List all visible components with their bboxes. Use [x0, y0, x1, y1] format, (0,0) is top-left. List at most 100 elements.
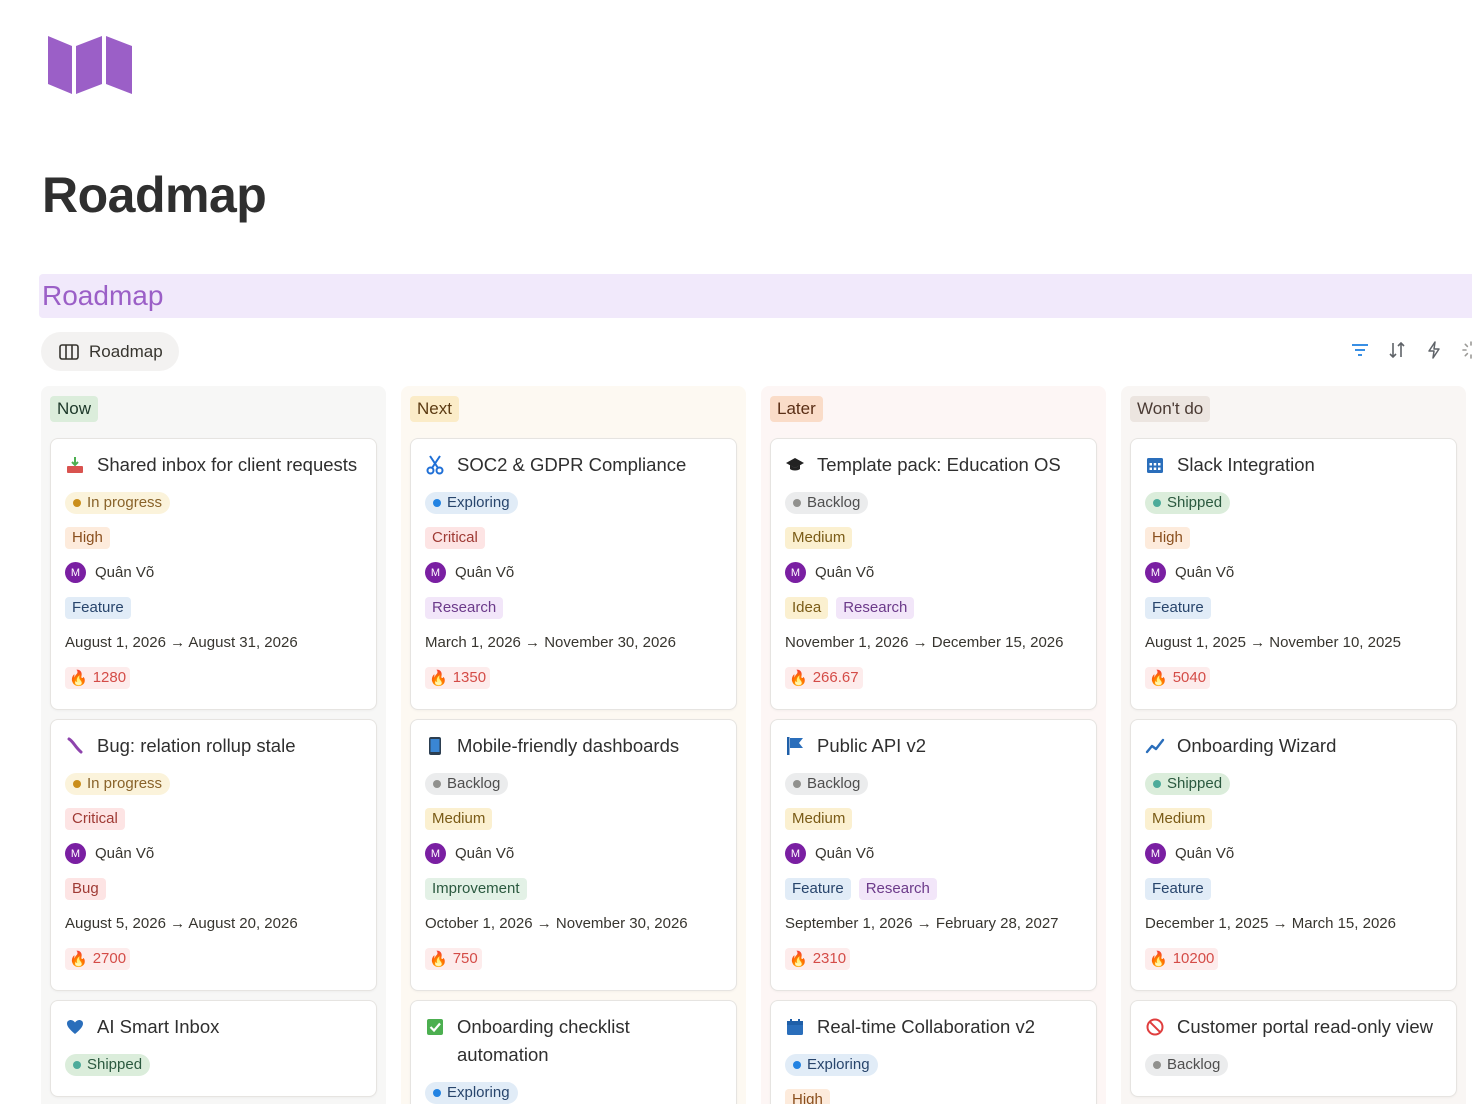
status-badge: Exploring [425, 1081, 518, 1104]
column-label[interactable]: Now [50, 396, 99, 422]
date-range: August 5, 2026 → August 20, 2026 [65, 915, 298, 932]
status-badge: Shipped [65, 1053, 151, 1076]
card-title: Customer portal read-only view [1177, 1016, 1434, 1037]
score-badge: 🔥 2310 [785, 947, 851, 970]
card[interactable]: AI Smart Inbox Shipped [50, 1000, 377, 1097]
type-tag: Improvement [425, 877, 527, 900]
card-title: Template pack: Education OS [817, 454, 1061, 475]
avatar: M [1145, 843, 1166, 864]
fire-icon: 🔥 [429, 950, 448, 968]
assignee: M Quân Võ [65, 843, 154, 864]
graduation-cap-icon [785, 451, 805, 479]
type-tag: Bug [65, 877, 106, 900]
prohibited-icon [1145, 1013, 1165, 1041]
fire-icon: 🔥 [69, 669, 88, 687]
score-badge: 🔥 10200 [1145, 947, 1219, 970]
score-badge: 🔥 266.67 [785, 666, 863, 689]
status-badge: Backlog [785, 772, 869, 795]
card[interactable]: Real-time Collaboration v2 Exploring Hig… [770, 1000, 1097, 1104]
avatar: M [785, 843, 806, 864]
loading-icon [1461, 340, 1472, 360]
status-badge: Exploring [425, 491, 518, 514]
card[interactable]: Template pack: Education OS Backlog Medi… [770, 438, 1097, 710]
card[interactable]: Bug: relation rollup stale In progress C… [50, 719, 377, 991]
calendar-grid-icon [1145, 451, 1165, 479]
status-badge: Shipped [1145, 491, 1231, 514]
card-title: Onboarding checklist automation [457, 1016, 630, 1065]
priority-tag: Medium [425, 807, 493, 830]
priority-tag: High [1145, 526, 1190, 549]
card-title: Shared inbox for client requests [97, 454, 358, 475]
date-range: August 1, 2025 → November 10, 2025 [1145, 634, 1401, 651]
date-range: December 1, 2025 → March 15, 2026 [1145, 915, 1396, 932]
priority-tag: Medium [1145, 807, 1213, 830]
date-range: October 1, 2026 → November 30, 2026 [425, 915, 688, 932]
column-now: Now Shared inbox for client requests In … [41, 386, 386, 1104]
status-badge: In progress [65, 772, 171, 795]
column-later: Later Template pack: Education OS Backlo… [761, 386, 1106, 1104]
view-toolbar [1350, 340, 1472, 360]
card[interactable]: Public API v2 Backlog Medium M Quân Võ Fe… [770, 719, 1097, 991]
fire-icon: 🔥 [789, 950, 808, 968]
score-badge: 🔥 1350 [425, 666, 491, 689]
priority-tag: Medium [785, 807, 853, 830]
date-range: August 1, 2026 → August 31, 2026 [65, 634, 298, 651]
priority-tag: Critical [425, 526, 485, 549]
type-tag: Idea [785, 596, 829, 619]
sort-icon[interactable] [1387, 340, 1407, 360]
avatar: M [785, 562, 806, 583]
card[interactable]: Customer portal read-only view Backlog [1130, 1000, 1457, 1097]
card-title: Real-time Collaboration v2 [817, 1016, 1035, 1037]
card-title: Slack Integration [1177, 454, 1315, 475]
fire-icon: 🔥 [1149, 950, 1168, 968]
avatar: M [65, 843, 86, 864]
fire-icon: 🔥 [69, 950, 88, 968]
score-badge: 🔥 2700 [65, 947, 131, 970]
card-title: Public API v2 [817, 735, 927, 756]
card-title: Mobile-friendly dashboards [457, 735, 680, 756]
bug-icon [65, 732, 85, 760]
page-title: Roadmap [42, 167, 267, 223]
card[interactable]: Shared inbox for client requests In prog… [50, 438, 377, 710]
status-badge: Backlog [1145, 1053, 1229, 1076]
heart-icon [65, 1013, 85, 1041]
inbox-tray-icon [65, 451, 85, 479]
column-next: Next SOC2 & GDPR Compliance Exploring Cr… [401, 386, 746, 1104]
card-title: AI Smart Inbox [97, 1016, 220, 1037]
card[interactable]: Mobile-friendly dashboards Backlog Mediu… [410, 719, 737, 991]
status-badge: Backlog [785, 491, 869, 514]
flag-icon [785, 732, 805, 760]
filter-icon[interactable] [1350, 340, 1370, 360]
fire-icon: 🔥 [1149, 669, 1168, 687]
assignee: M Quân Võ [1145, 562, 1234, 583]
card[interactable]: Onboarding Wizard Shipped Medium M Quân V… [1130, 719, 1457, 991]
trend-up-icon [1145, 732, 1165, 760]
column-label[interactable]: Later [770, 396, 823, 422]
priority-tag: High [785, 1088, 830, 1104]
type-tag: Research [425, 596, 504, 619]
avatar: M [425, 562, 446, 583]
type-tag: Feature [65, 596, 131, 619]
assignee: M Quân Võ [65, 562, 154, 583]
status-badge: Backlog [425, 772, 509, 795]
automation-icon[interactable] [1424, 340, 1444, 360]
type-tag: Research [858, 877, 937, 900]
date-range: November 1, 2026 → December 15, 2026 [785, 634, 1064, 651]
avatar: M [425, 843, 446, 864]
fire-icon: 🔥 [789, 669, 808, 687]
card[interactable]: SOC2 & GDPR Compliance Exploring Critica… [410, 438, 737, 710]
column-label[interactable]: Next [410, 396, 459, 422]
status-badge: Exploring [785, 1053, 878, 1076]
view-tab-roadmap[interactable]: Roadmap [41, 332, 179, 371]
date-range: September 1, 2026 → February 28, 2027 [785, 915, 1059, 932]
card[interactable]: Onboarding checklist automation Explorin… [410, 1000, 737, 1104]
mobile-phone-icon [425, 732, 445, 760]
card[interactable]: Slack Integration Shipped High M Quân Võ … [1130, 438, 1457, 710]
score-badge: 🔥 5040 [1145, 666, 1211, 689]
assignee: M Quân Võ [425, 843, 514, 864]
board-view-icon [59, 343, 79, 360]
type-tag: Feature [785, 877, 851, 900]
avatar: M [65, 562, 86, 583]
column-label[interactable]: Won't do [1130, 396, 1211, 422]
database-title[interactable]: Roadmap [42, 280, 163, 312]
